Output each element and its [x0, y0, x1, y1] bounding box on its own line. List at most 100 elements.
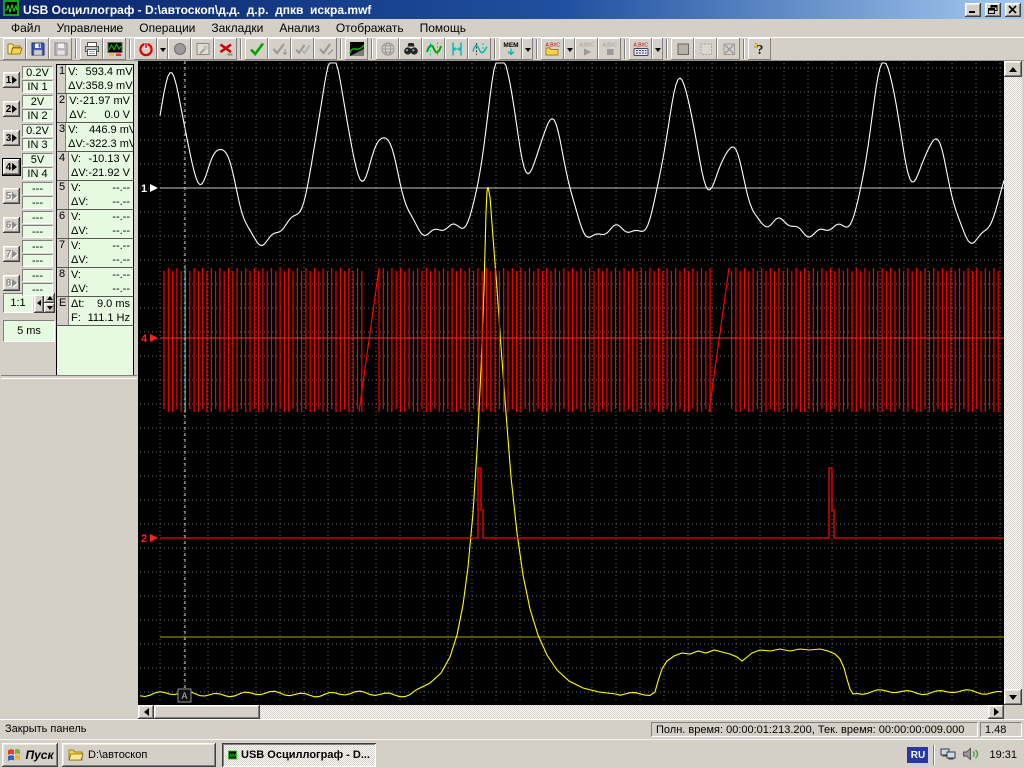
- oscilloscope-display[interactable]: 142A: [138, 61, 1004, 705]
- channel-input-field-2[interactable]: IN 2: [22, 109, 53, 122]
- zoom-spinner-down[interactable]: [44, 303, 55, 313]
- svg-text:A: A: [181, 691, 187, 701]
- vertical-scrollbar-track[interactable]: [1004, 77, 1022, 689]
- abc-play-button: A;B#C: [575, 38, 598, 60]
- channel-input-field-4[interactable]: IN 4: [22, 167, 53, 180]
- channel-select-button-2[interactable]: 2: [3, 101, 20, 117]
- print-button[interactable]: [80, 38, 103, 60]
- channel-range-field-8[interactable]: ---: [22, 269, 53, 282]
- measurement-value: -10.13 V: [88, 153, 130, 165]
- menu-item-1[interactable]: Файл: [3, 20, 49, 36]
- channel-range-field-7[interactable]: ---: [22, 240, 53, 253]
- cursor-wave-button[interactable]: [468, 38, 491, 60]
- abc-open-dropdown[interactable]: [564, 38, 575, 60]
- cursors-button[interactable]: [445, 38, 468, 60]
- save-button[interactable]: [26, 38, 49, 60]
- zoom-ratio-field[interactable]: 1:1: [3, 293, 33, 313]
- channel-range-field-1[interactable]: 0.2V: [22, 66, 53, 79]
- measurement-value: --.--: [112, 240, 130, 252]
- measure-next-icon: [272, 41, 288, 57]
- abc-open-button[interactable]: A;B#C: [541, 38, 564, 60]
- channel-input-field-8[interactable]: ---: [22, 283, 53, 296]
- measurement-value: 593.4 mV: [85, 66, 132, 78]
- channel-select-button-1[interactable]: 1: [3, 72, 20, 88]
- cursor-label[interactable]: A: [178, 689, 191, 702]
- channel-select-button-4[interactable]: 4: [3, 159, 20, 175]
- abort-button[interactable]: [214, 38, 237, 60]
- block-solid-icon: [675, 41, 691, 57]
- horizontal-scrollbar-thumb[interactable]: [154, 705, 260, 719]
- menu-item-4[interactable]: Закладки: [203, 20, 271, 36]
- language-indicator[interactable]: RU: [907, 747, 928, 763]
- abc-edit-icon: A;B#C: [633, 41, 649, 57]
- vertical-scrollbar[interactable]: [1004, 61, 1022, 705]
- start-button[interactable]: Пуск: [2, 743, 58, 767]
- volume-icon[interactable]: [962, 747, 980, 764]
- memory-dropdown[interactable]: [522, 38, 533, 60]
- horizontal-scrollbar[interactable]: [138, 705, 1004, 719]
- svg-text:1: 1: [141, 183, 147, 195]
- task-button-2[interactable]: USB Осциллограф - D...: [222, 743, 376, 767]
- task-label: D:\автоскоп: [88, 749, 147, 761]
- network-icon[interactable]: [940, 747, 957, 764]
- menu-item-5[interactable]: Анализ: [271, 20, 328, 36]
- svg-text:A;B#C: A;B#C: [633, 43, 648, 49]
- channel-range-field-6[interactable]: ---: [22, 211, 53, 224]
- channel-input-field-7[interactable]: ---: [22, 254, 53, 267]
- help-button[interactable]: ?: [748, 38, 771, 60]
- export-oscillogram-icon: [107, 41, 123, 57]
- channel-input-field-3[interactable]: IN 3: [22, 138, 53, 151]
- block-solid-button[interactable]: [671, 38, 694, 60]
- channel-range-field-2[interactable]: 2V: [22, 95, 53, 108]
- close-button[interactable]: [1005, 3, 1021, 17]
- display-settings-button[interactable]: [345, 38, 368, 60]
- scroll-up-button[interactable]: [1004, 61, 1022, 77]
- scroll-left-button[interactable]: [138, 705, 154, 719]
- screen: USB Осциллограф - D:\автоскоп\д.д. д.р. …: [0, 0, 1024, 768]
- export-oscillogram-button[interactable]: [103, 38, 126, 60]
- menu-item-2[interactable]: Управление: [49, 20, 132, 36]
- power-stop-dropdown[interactable]: [157, 38, 168, 60]
- abc-edit-dropdown[interactable]: [652, 38, 663, 60]
- timebase-field[interactable]: 5 ms: [3, 320, 55, 342]
- minimize-button[interactable]: [965, 3, 981, 17]
- channel-range-field-3[interactable]: 0.2V: [22, 124, 53, 137]
- channel-range-field-5[interactable]: ---: [22, 182, 53, 195]
- restore-button[interactable]: [985, 3, 1001, 17]
- channel-range-field-4[interactable]: 5V: [22, 153, 53, 166]
- channel-input-field-5[interactable]: ---: [22, 196, 53, 209]
- app-icon: [3, 0, 19, 19]
- measurement-channel-number: 5: [57, 181, 69, 209]
- abc-edit-button[interactable]: A;B#C: [629, 38, 652, 60]
- svg-text:A;B#C: A;B#C: [579, 43, 594, 49]
- measurement-value: 0.0 V: [104, 109, 130, 121]
- scroll-right-button[interactable]: [988, 705, 1004, 719]
- channel-input-field-6[interactable]: ---: [22, 225, 53, 238]
- auto-measure-button[interactable]: [422, 38, 445, 60]
- scroll-down-button[interactable]: [1004, 689, 1022, 705]
- power-stop-button[interactable]: [134, 38, 157, 60]
- status-ratio: 1.48: [980, 722, 1022, 737]
- measure-once-button[interactable]: [245, 38, 268, 60]
- channel-select-button-3[interactable]: 3: [3, 130, 20, 146]
- folder-icon: [68, 747, 84, 763]
- menu-item-7[interactable]: Помощь: [412, 20, 474, 36]
- channel-input-field-1[interactable]: IN 1: [22, 80, 53, 93]
- toolbar-separator: [494, 39, 496, 59]
- measurement-value: --.--: [112, 254, 130, 266]
- measurement-value: 358.9 mV: [85, 80, 132, 92]
- menu-item-6[interactable]: Отображать: [328, 20, 412, 36]
- horizontal-scrollbar-track[interactable]: [260, 705, 988, 719]
- menu-item-3[interactable]: Операции: [131, 20, 203, 36]
- task-button-1[interactable]: D:\автоскоп: [62, 743, 216, 767]
- memory-button[interactable]: MEM: [499, 38, 522, 60]
- zoom-left-button[interactable]: [34, 293, 44, 313]
- scope-canvas: 142A: [138, 61, 1004, 705]
- measurement-value: --.--: [112, 196, 130, 208]
- measurement-row-e: EΔt:9.0 msF:111.1 Hz: [57, 297, 133, 326]
- search-button[interactable]: [399, 38, 422, 60]
- measurement-value: -21.97 mV: [79, 95, 130, 107]
- measurement-row-4: 4V:-10.13 VΔV:-21.92 V: [57, 152, 133, 181]
- open-file-button[interactable]: [3, 38, 26, 60]
- setup-icon: [195, 41, 211, 57]
